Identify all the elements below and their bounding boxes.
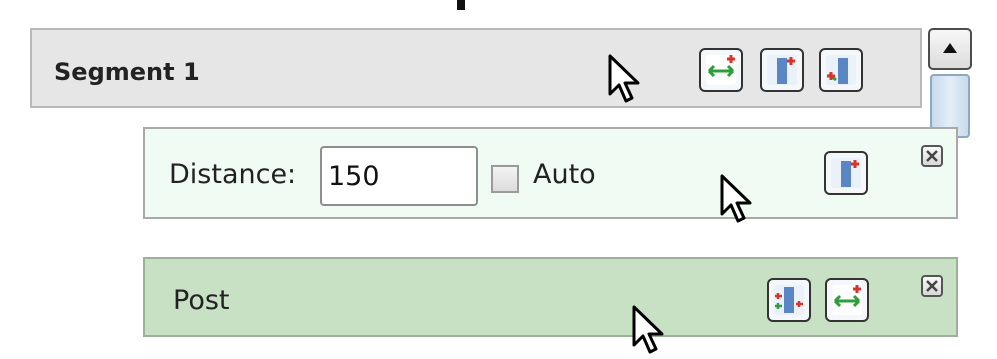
close-button[interactable]	[921, 145, 943, 167]
mouse-cursor-icon	[720, 174, 752, 223]
distance-input[interactable]	[320, 146, 478, 206]
spread-horizontal-icon	[832, 285, 862, 315]
split-post-button[interactable]	[767, 278, 811, 322]
divider-tick	[457, 0, 465, 10]
insert-post-button[interactable]	[760, 48, 804, 92]
post-panel: Post	[143, 257, 958, 337]
scrollbar[interactable]	[928, 28, 974, 138]
insert-post-icon	[767, 55, 797, 85]
split-post-icon	[774, 285, 804, 315]
spread-horizontal-icon	[706, 55, 736, 85]
post-label: Post	[173, 285, 230, 316]
insert-post-before-button[interactable]	[819, 48, 863, 92]
insert-post-before-icon	[826, 55, 856, 85]
close-button[interactable]	[921, 275, 943, 297]
segment-panel: Segment 1	[30, 28, 922, 108]
segment-title: Segment 1	[54, 58, 200, 86]
close-icon	[926, 150, 938, 162]
arrow-up-icon	[943, 43, 957, 53]
insert-post-icon	[831, 158, 861, 188]
distance-panel: Distance: Auto	[143, 127, 958, 219]
insert-post-button[interactable]	[824, 151, 868, 195]
scroll-up-button[interactable]	[928, 28, 972, 70]
mouse-cursor-icon	[608, 54, 640, 103]
mouse-cursor-icon	[632, 305, 664, 354]
auto-checkbox[interactable]	[491, 165, 519, 193]
close-icon	[926, 280, 938, 292]
spread-horizontal-button[interactable]	[699, 48, 743, 92]
auto-label: Auto	[533, 159, 596, 190]
distance-label: Distance:	[169, 159, 297, 190]
spread-horizontal-button[interactable]	[825, 278, 869, 322]
